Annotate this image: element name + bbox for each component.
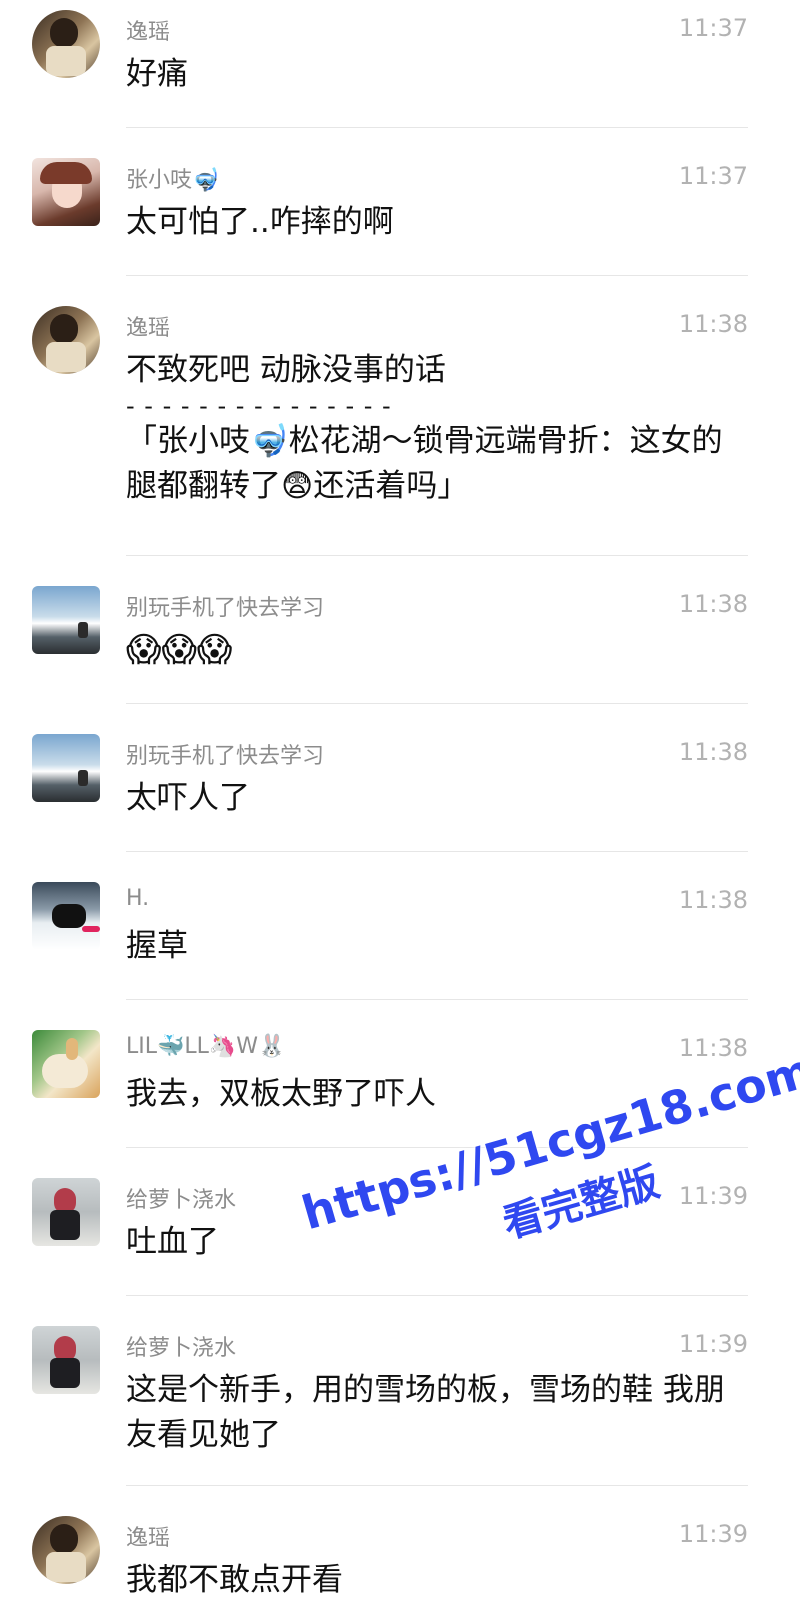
divider <box>126 275 748 276</box>
chat-message: 逸瑶 11:37 好痛 <box>0 0 800 128</box>
sender-name: 逸瑶 <box>126 1526 171 1551</box>
divider <box>126 1147 748 1148</box>
chat-message: 逸瑶 11:38 不致死吧 动脉没事的话 - - - - - - - - - -… <box>0 296 800 556</box>
chat-message: LIL🐳LL🦄W🐰 11:38 我去，双板太野了吓人 <box>0 1020 800 1148</box>
quote-separator: - - - - - - - - - - - - - - - <box>126 392 392 420</box>
message-time: 11:38 <box>678 310 748 338</box>
sender-name: 别玩手机了快去学习 <box>126 744 325 769</box>
message-text: 这是个新手，用的雪场的板，雪场的鞋 我朋友看见她了 <box>126 1372 725 1453</box>
message-time: 11:37 <box>678 14 748 42</box>
sender-name: 别玩手机了快去学习 <box>126 596 325 621</box>
message-time: 11:39 <box>678 1182 748 1210</box>
chat-message: 逸瑶 11:39 我都不敢点开看 <box>0 1506 800 1608</box>
avatar[interactable] <box>32 1030 100 1098</box>
chat-message: 别玩手机了快去学习 11:38 😱😱😱 <box>0 576 800 704</box>
chat-message: 给萝卜浇水 11:39 吐血了 <box>0 1168 800 1296</box>
message-text: 我都不敢点开看 <box>126 1562 343 1598</box>
divider <box>126 703 748 704</box>
sender-name: 给萝卜浇水 <box>126 1336 237 1361</box>
message-text: 握草 <box>126 928 188 964</box>
message-time: 11:38 <box>678 590 748 618</box>
sender-name: 张小吱🤿 <box>126 168 220 193</box>
avatar[interactable] <box>32 882 100 950</box>
avatar[interactable] <box>32 1178 100 1246</box>
message-time: 11:38 <box>678 886 748 914</box>
divider <box>126 127 748 128</box>
avatar[interactable] <box>32 158 100 226</box>
avatar[interactable] <box>32 1516 100 1584</box>
message-text: 太吓人了 <box>126 780 250 816</box>
message-text: 太可怕了..咋摔的啊 <box>126 204 394 240</box>
avatar[interactable] <box>32 306 100 374</box>
chat-message: H. 11:38 握草 <box>0 872 800 1000</box>
chat-message: 给萝卜浇水 11:39 这是个新手，用的雪场的板，雪场的鞋 我朋友看见她了 <box>0 1316 800 1486</box>
avatar[interactable] <box>32 586 100 654</box>
sender-name: 逸瑶 <box>126 20 171 45</box>
chat-message: 张小吱🤿 11:37 太可怕了..咋摔的啊 <box>0 148 800 276</box>
divider <box>126 851 748 852</box>
sender-name: 逸瑶 <box>126 316 171 341</box>
message-time: 11:38 <box>678 738 748 766</box>
avatar[interactable] <box>32 10 100 78</box>
avatar[interactable] <box>32 734 100 802</box>
sender-name: 给萝卜浇水 <box>126 1188 237 1213</box>
sender-name: LIL🐳LL🦄W🐰 <box>126 1034 286 1059</box>
message-time: 11:39 <box>678 1520 748 1548</box>
message-time: 11:37 <box>678 162 748 190</box>
message-text: 吐血了 <box>126 1224 219 1260</box>
divider <box>126 999 748 1000</box>
divider <box>126 1295 748 1296</box>
message-text: 好痛 <box>126 56 188 92</box>
sender-name: H. <box>126 886 150 911</box>
message-time: 11:39 <box>678 1330 748 1358</box>
message-time: 11:38 <box>678 1034 748 1062</box>
message-text: 😱😱😱 <box>126 630 233 670</box>
message-text: 不致死吧 动脉没事的话 - - - - - - - - - - - - - - … <box>126 348 750 509</box>
quoted-message[interactable]: 「张小吱🤿松花湖～锁骨远端骨折：这女的腿都翻转了😨还活着吗」 <box>126 419 750 509</box>
message-body: 不致死吧 动脉没事的话 <box>126 352 446 388</box>
divider <box>126 555 748 556</box>
avatar[interactable] <box>32 1326 100 1394</box>
message-text: 我去，双板太野了吓人 <box>126 1076 436 1112</box>
divider <box>126 1485 748 1486</box>
chat-message: 别玩手机了快去学习 11:38 太吓人了 <box>0 724 800 852</box>
